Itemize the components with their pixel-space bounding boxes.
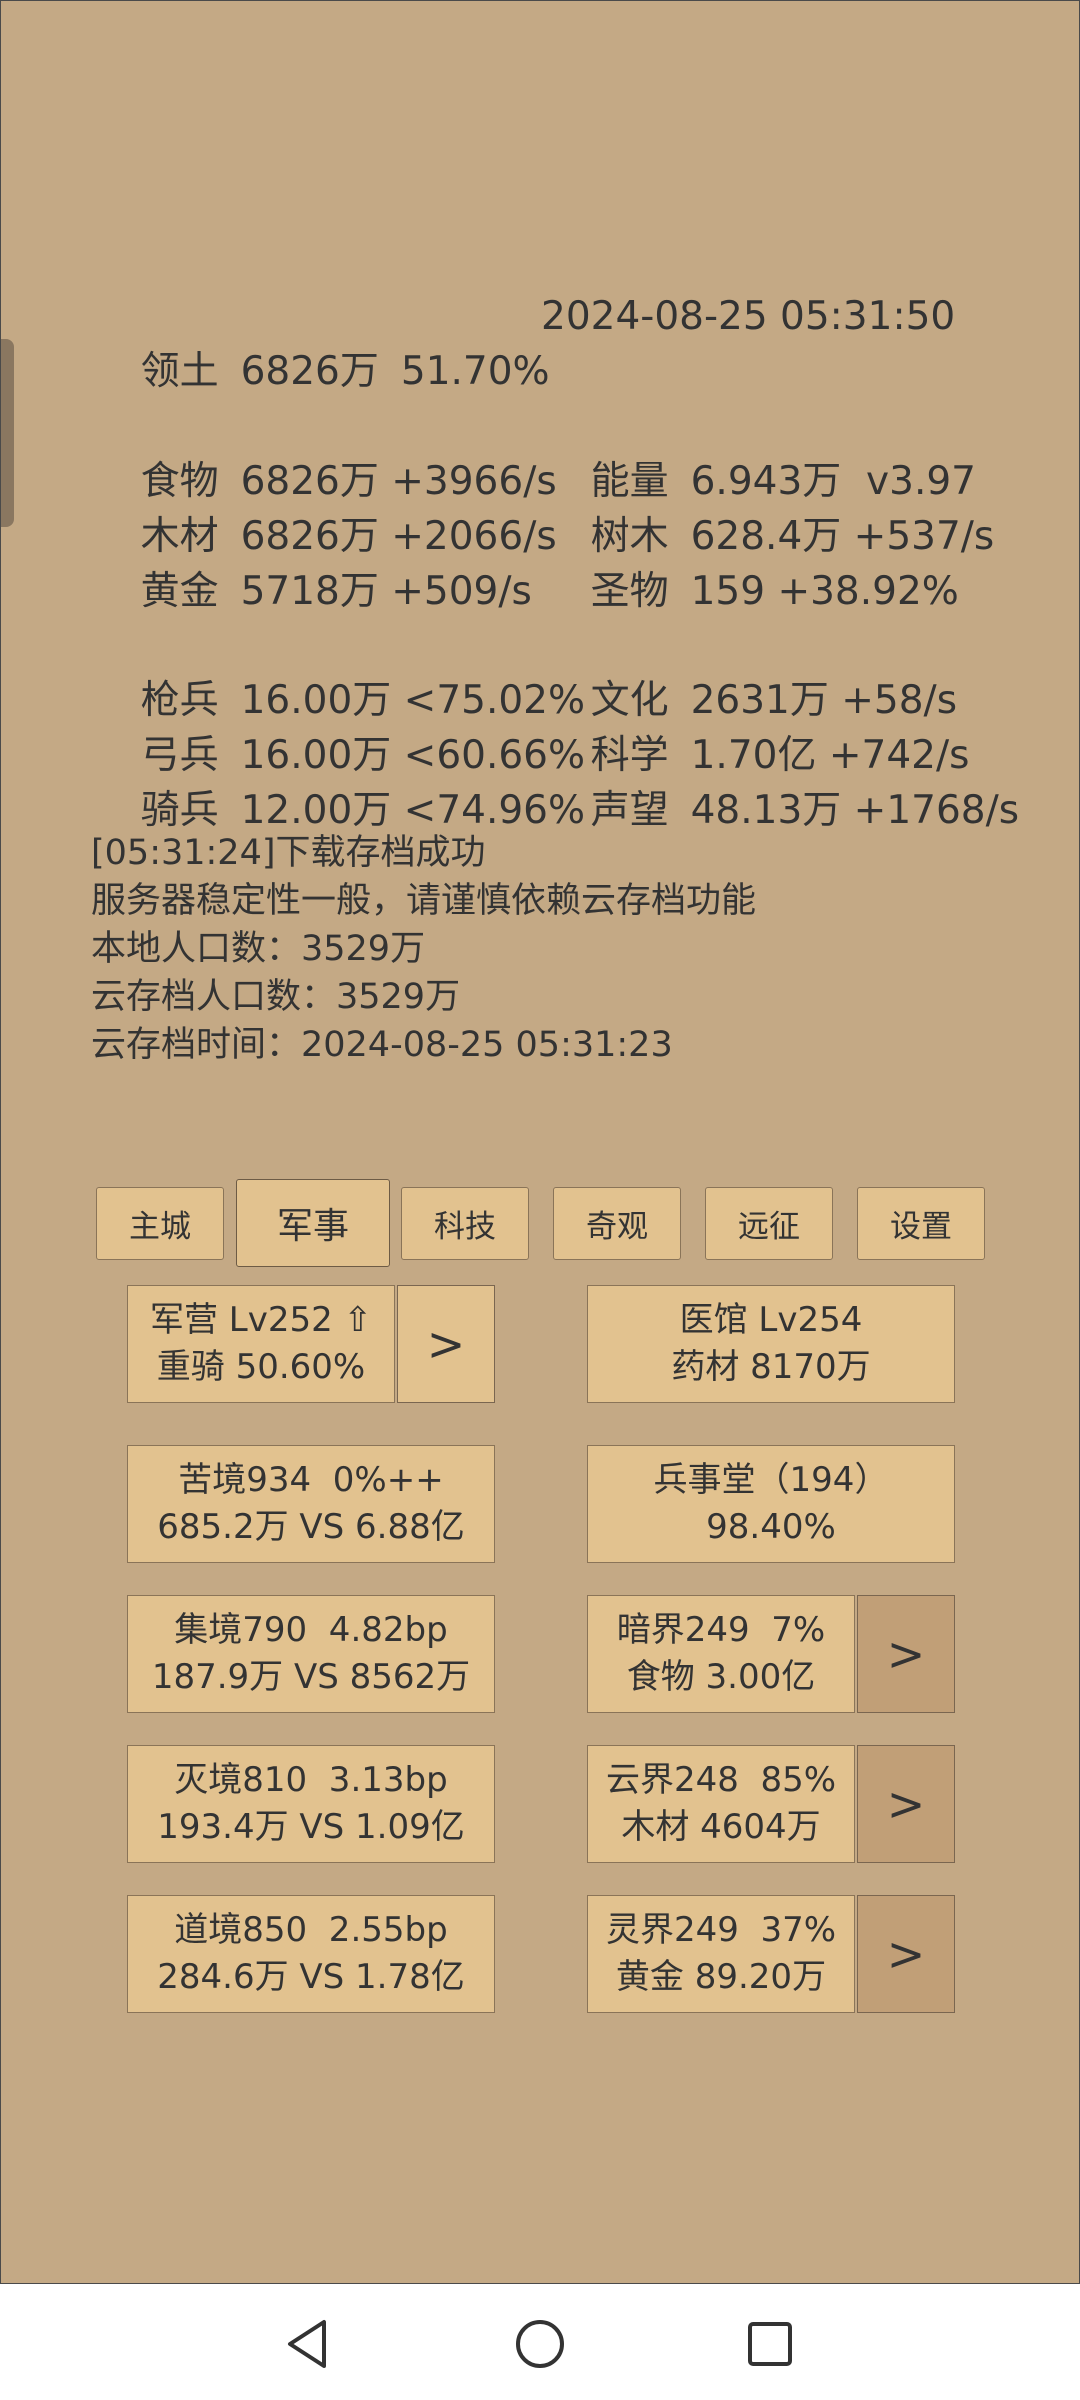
stat-value: 6826万: [240, 349, 379, 394]
stat-label: 圣物: [590, 569, 669, 614]
card-detail: 193.4万 VS 1.09亿: [157, 1807, 465, 1847]
lingjie-button[interactable]: 灵界249 37% 黄金 89.20万: [587, 1895, 855, 2013]
card-detail: 284.6万 VS 1.78亿: [157, 1957, 465, 1997]
card-detail: 药材 8170万: [671, 1347, 871, 1387]
yunjie-arrow-button[interactable]: >: [857, 1745, 955, 1863]
hospital-button[interactable]: 医馆 Lv254 药材 8170万: [587, 1285, 955, 1403]
stat-value: 12.00万 <74.96%: [240, 788, 586, 833]
tab-expedition[interactable]: 远征: [705, 1187, 833, 1260]
tab-military[interactable]: 军事: [236, 1179, 390, 1267]
log-line: 云存档人口数：3529万: [91, 977, 461, 1017]
system-navigation-bar: [0, 2284, 1080, 2400]
stat-value: 159 +38.92%: [690, 569, 959, 614]
card-title: 灭境810 3.13bp: [174, 1760, 448, 1800]
stat-label: 领土: [140, 349, 219, 394]
side-drawer-handle[interactable]: [1, 339, 14, 527]
card-detail: 木材 4604万: [621, 1807, 821, 1847]
card-title: 云界248 85%: [605, 1760, 837, 1800]
miejing-button[interactable]: 灭境810 3.13bp 193.4万 VS 1.09亿: [127, 1745, 495, 1863]
recents-square-icon[interactable]: [740, 2314, 800, 2374]
card-detail: 黄金 89.20万: [615, 1957, 827, 1997]
military-hall-button[interactable]: 兵事堂（194） 98.40%: [587, 1445, 955, 1563]
card-title: 灵界249 37%: [605, 1910, 837, 1950]
stat-value: 48.13万 +1768/s: [690, 788, 1020, 833]
stat-percent: 51.70%: [400, 349, 550, 394]
card-title: 集境790 4.82bp: [174, 1610, 448, 1650]
card-title: 医馆 Lv254: [679, 1300, 863, 1340]
stat-prestige: 声望 48.13万 +1768/s: [541, 728, 1019, 893]
anjie-button[interactable]: 暗界249 7% 食物 3.00亿: [587, 1595, 855, 1713]
log-line: 云存档时间：2024-08-25 05:31:23: [91, 1025, 673, 1065]
stat-label: 声望: [590, 788, 669, 833]
tab-technology[interactable]: 科技: [401, 1187, 529, 1260]
log-line: 服务器稳定性一般，请谨慎依赖云存档功能: [91, 881, 757, 921]
yunjie-button[interactable]: 云界248 85% 木材 4604万: [587, 1745, 855, 1863]
log-line: 本地人口数：3529万: [91, 929, 426, 969]
card-title: 兵事堂（194）: [653, 1460, 889, 1500]
card-detail: 重骑 50.60%: [156, 1347, 366, 1387]
stat-datetime: 2024-08-25 05:31:50: [541, 294, 956, 339]
tab-main-city[interactable]: 主城: [96, 1187, 224, 1260]
anjie-arrow-button[interactable]: >: [857, 1595, 955, 1713]
tab-settings[interactable]: 设置: [857, 1187, 985, 1260]
card-title: 军营 Lv252 ⇧: [149, 1300, 373, 1340]
stat-label: 黄金: [140, 569, 219, 614]
barracks-arrow-button[interactable]: >: [397, 1285, 495, 1403]
daojing-button[interactable]: 道境850 2.55bp 284.6万 VS 1.78亿: [127, 1895, 495, 2013]
log-line: [05:31:24]下载存档成功: [91, 833, 486, 873]
card-detail: 187.9万 VS 8562万: [151, 1657, 471, 1697]
barracks-button[interactable]: 军营 Lv252 ⇧ 重骑 50.60%: [127, 1285, 395, 1403]
jijing-button[interactable]: 集境790 4.82bp 187.9万 VS 8562万: [127, 1595, 495, 1713]
card-detail: 食物 3.00亿: [626, 1657, 816, 1697]
card-title: 道境850 2.55bp: [174, 1910, 448, 1950]
kujing-button[interactable]: 苦境934 0%++ 685.2万 VS 6.88亿: [127, 1445, 495, 1563]
home-circle-icon[interactable]: [510, 2314, 570, 2374]
card-detail: 98.40%: [706, 1507, 836, 1547]
stat-value: 5718万 +509/s: [240, 569, 532, 614]
lingjie-arrow-button[interactable]: >: [857, 1895, 955, 2013]
card-title: 暗界249 7%: [616, 1610, 826, 1650]
back-triangle-icon[interactable]: [280, 2314, 340, 2374]
game-screen: 领土 6826万 51.70% 2024-08-25 05:31:50 食物 6826…: [0, 0, 1080, 2284]
card-title: 苦境934 0%++: [178, 1460, 444, 1500]
tab-wonders[interactable]: 奇观: [553, 1187, 681, 1260]
card-detail: 685.2万 VS 6.88亿: [157, 1507, 465, 1547]
